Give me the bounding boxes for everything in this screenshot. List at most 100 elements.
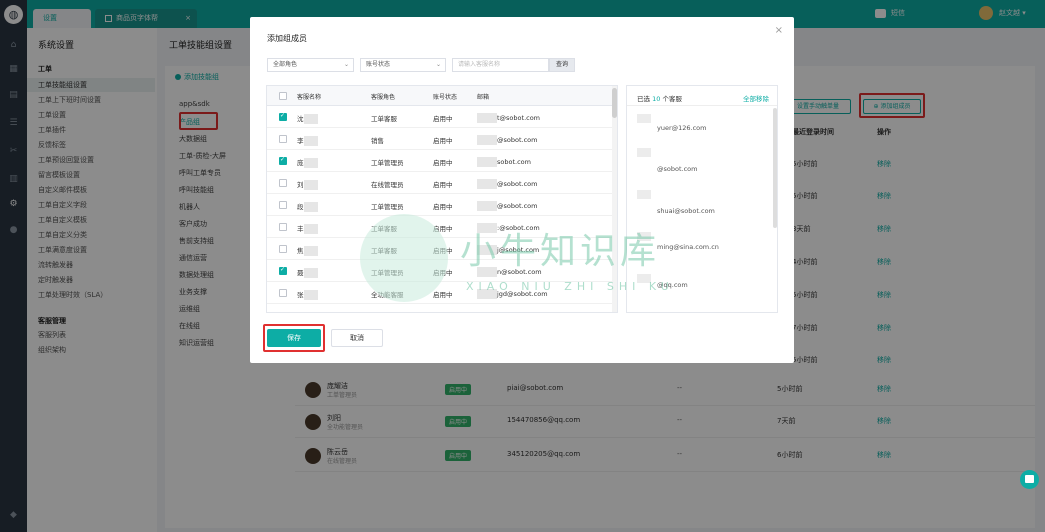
table-row[interactable]: 焦 工单客服 启用中 j@sobot.com — [267, 238, 617, 260]
agent-name-blurred — [637, 148, 651, 157]
agent-name: 沈 — [297, 113, 318, 124]
agent-email: @sobot.com — [477, 179, 537, 189]
agent-role: 在线管理员 — [371, 181, 404, 189]
status-filter-select[interactable]: 账号状态 ⌄ — [360, 58, 446, 72]
selected-agent[interactable]: @sobot.com — [637, 148, 757, 173]
search-input[interactable]: 请输入客服名称 — [452, 58, 549, 72]
role-filter-select[interactable]: 全部角色 ⌄ — [267, 58, 354, 72]
chevron-down-icon: ⌄ — [343, 61, 349, 68]
agent-role: 销售 — [371, 137, 384, 145]
selected-header: 已选 10 个客服 全部移除 — [627, 86, 777, 106]
selected-count: 已选 10 个客服 — [637, 93, 682, 103]
row-checkbox[interactable] — [279, 266, 287, 275]
table-row[interactable]: 聂 工单管理员 启用中 n@sobot.com — [267, 260, 617, 282]
agent-email: t@sobot.com — [477, 113, 540, 123]
agent-email: shuai@sobot.com — [657, 207, 715, 215]
row-checkbox[interactable] — [279, 245, 287, 253]
table-row[interactable]: 李 销售 启用中 @sobot.com — [267, 128, 617, 150]
cancel-button[interactable]: 取消 — [331, 329, 383, 347]
agent-email: ming@sina.com.cn — [657, 243, 719, 251]
row-checkbox[interactable] — [279, 179, 287, 187]
agent-name-blurred — [637, 274, 651, 283]
agent-name: 段 — [297, 201, 318, 212]
selected-number: 10 — [652, 95, 661, 103]
scrollbar-thumb[interactable] — [612, 88, 617, 118]
selected-prefix: 已选 — [637, 95, 650, 103]
search-button[interactable]: 查询 — [549, 58, 575, 72]
agent-name: 刘 — [297, 179, 318, 190]
table-row[interactable]: 丰 工单客服 启用中 :@sobot.com — [267, 216, 617, 238]
table-row[interactable]: 张 全功能客服 启用中 jgd@sobot.com — [267, 282, 617, 304]
header-status: 账号状态 — [433, 94, 458, 101]
header-email: 邮箱 — [477, 94, 490, 101]
table-row[interactable]: 庞 工单管理员 启用中 sobot.com — [267, 150, 617, 172]
agent-status: 启用中 — [433, 247, 453, 255]
agent-status: 启用中 — [433, 203, 453, 211]
scrollbar[interactable] — [773, 108, 777, 228]
agent-name-blurred — [637, 114, 651, 123]
table-row[interactable]: 沈 工单客服 启用中 t@sobot.com — [267, 106, 617, 128]
agent-status: 启用中 — [433, 159, 453, 167]
row-checkbox[interactable] — [279, 135, 287, 143]
agent-name: 庞 — [297, 157, 318, 168]
agent-role: 工单管理员 — [371, 269, 404, 277]
add-member-dialog: 添加组成员 × 全部角色 ⌄ 账号状态 ⌄ 请输入客服名称 查询 客服名称 客服角色… — [250, 17, 794, 363]
header-name: 客服名称 — [297, 94, 322, 101]
role-filter-value: 全部角色 — [273, 61, 298, 68]
agent-name: 丰 — [297, 223, 318, 234]
agent-email: :@sobot.com — [477, 223, 540, 233]
dialog-title: 添加组成员 — [267, 34, 307, 43]
select-all-checkbox[interactable] — [279, 92, 287, 100]
agent-status: 启用中 — [433, 269, 453, 277]
selected-suffix: 个客服 — [662, 95, 682, 103]
agent-role: 全功能客服 — [371, 291, 404, 299]
agent-email: @sobot.com — [477, 135, 537, 145]
agent-email: @sobot.com — [657, 165, 698, 173]
agent-email: jgd@sobot.com — [477, 289, 548, 299]
remove-all-link[interactable]: 全部移除 — [743, 93, 769, 103]
highlight-box — [263, 324, 325, 352]
selected-agent[interactable]: shuai@sobot.com — [637, 190, 757, 215]
agent-name: 张 — [297, 289, 318, 300]
agent-role: 工单客服 — [371, 247, 397, 255]
agent-role: 工单管理员 — [371, 159, 404, 167]
agent-name-blurred — [637, 190, 651, 199]
selected-agent[interactable]: ming@sina.com.cn — [637, 232, 757, 251]
agent-role: 工单管理员 — [371, 203, 404, 211]
close-icon[interactable]: × — [775, 25, 783, 36]
agent-name: 焦 — [297, 245, 318, 256]
row-checkbox[interactable] — [279, 112, 287, 121]
agent-status: 启用中 — [433, 291, 453, 299]
agent-role: 工单客服 — [371, 115, 397, 123]
agent-name: 聂 — [297, 267, 318, 278]
row-checkbox[interactable] — [279, 223, 287, 231]
agent-email: @sobot.com — [477, 201, 537, 211]
row-checkbox[interactable] — [279, 156, 287, 165]
row-checkbox[interactable] — [279, 289, 287, 297]
agent-name-blurred — [637, 232, 651, 241]
table-header: 客服名称 客服角色 账号状态 邮箱 — [267, 86, 617, 106]
table-row[interactable]: 段 工单管理员 启用中 @sobot.com — [267, 194, 617, 216]
status-filter-value: 账号状态 — [366, 61, 391, 68]
agent-email: n@sobot.com — [477, 267, 542, 277]
agent-status: 启用中 — [433, 225, 453, 233]
agent-table: 客服名称 客服角色 账号状态 邮箱 沈 工单客服 启用中 t@sobot.com… — [266, 85, 618, 313]
table-row[interactable]: 刘 在线管理员 启用中 @sobot.com — [267, 172, 617, 194]
selected-agent[interactable]: yuer@126.com — [637, 114, 757, 132]
agent-name: 李 — [297, 135, 318, 146]
agent-status: 启用中 — [433, 115, 453, 123]
chat-bubble-icon — [1025, 475, 1034, 483]
agent-status: 启用中 — [433, 181, 453, 189]
agent-role: 工单客服 — [371, 225, 397, 233]
row-checkbox[interactable] — [279, 201, 287, 209]
agent-email: sobot.com — [477, 157, 531, 167]
chevron-down-icon: ⌄ — [435, 61, 441, 68]
agent-status: 启用中 — [433, 137, 453, 145]
selected-agent[interactable]: @qq.com — [637, 274, 757, 289]
scrollbar[interactable] — [612, 86, 617, 312]
agent-email: @qq.com — [657, 281, 688, 289]
chat-icon[interactable] — [1020, 470, 1039, 489]
agent-email: j@sobot.com — [477, 245, 539, 255]
selected-agents-panel: 已选 10 个客服 全部移除 yuer@126.com @sobot.com s… — [626, 85, 778, 313]
header-role: 客服角色 — [371, 94, 396, 101]
